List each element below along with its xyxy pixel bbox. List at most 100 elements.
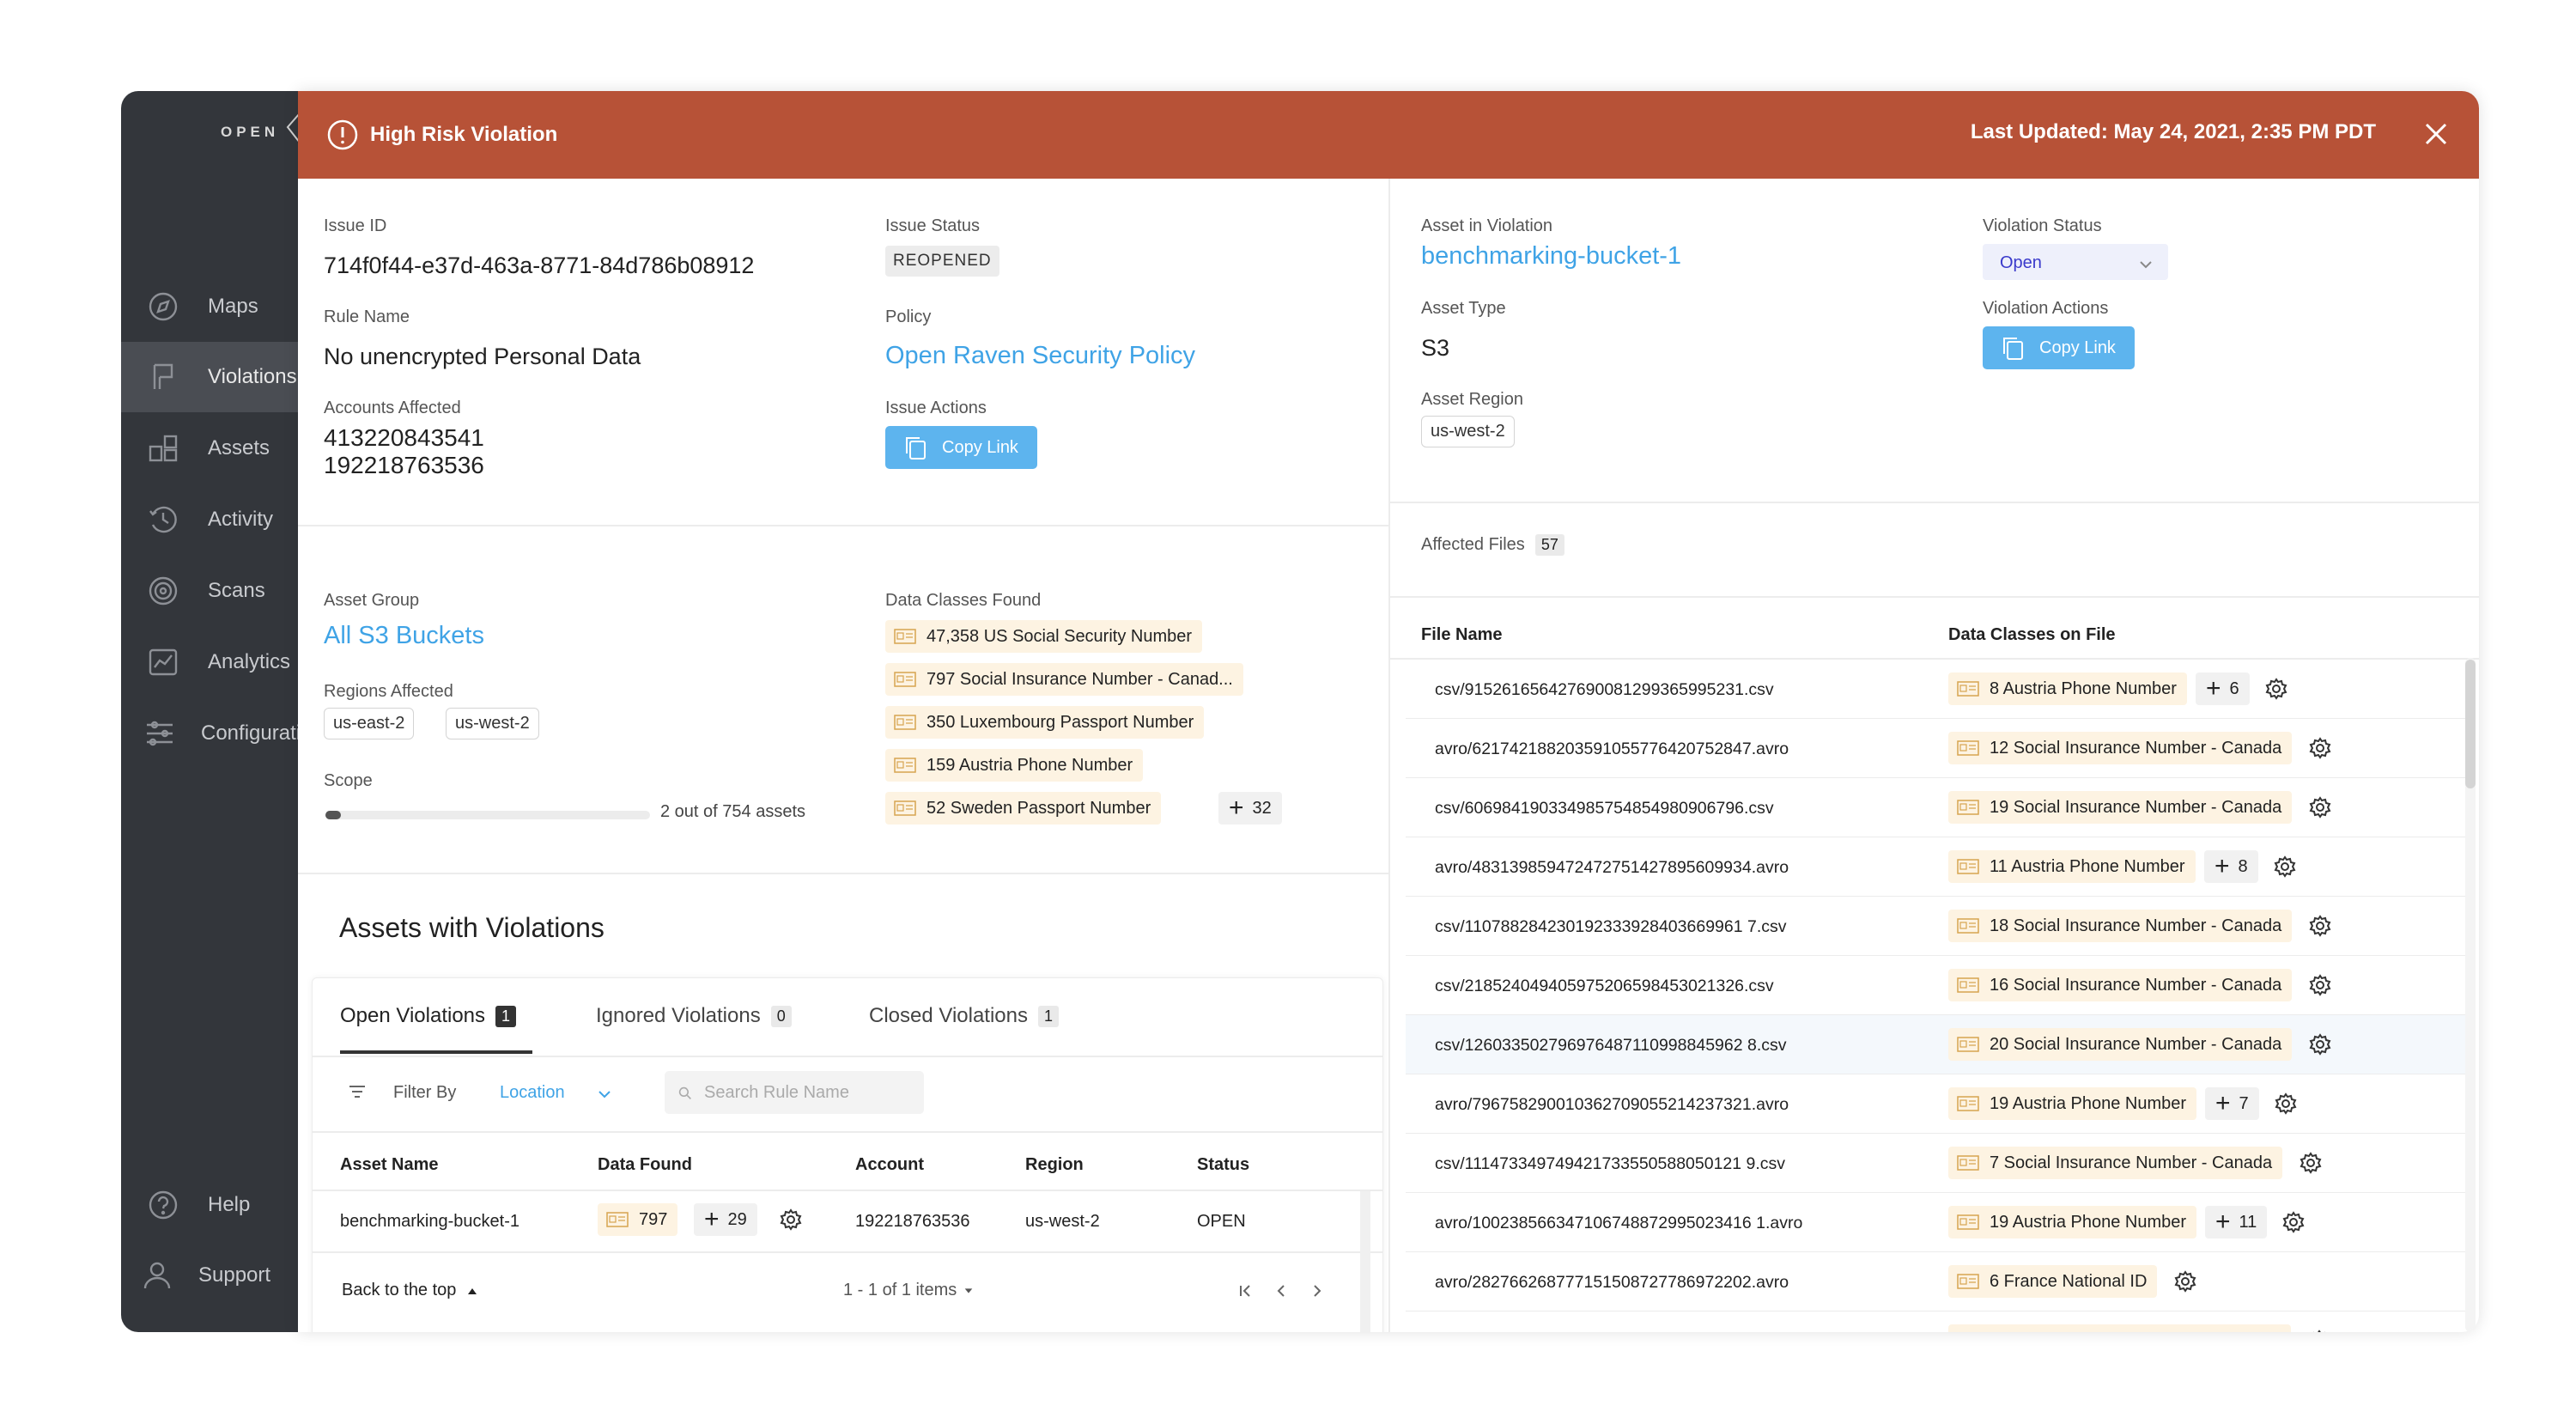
asset-name-link[interactable]: benchmarking-bucket-1 (1421, 242, 1681, 271)
gear-button[interactable] (2303, 1324, 2336, 1332)
search-rule-input[interactable] (665, 1071, 924, 1114)
status-cell: OPEN (1197, 1212, 1246, 1231)
filter-value: Location (500, 1083, 565, 1102)
file-row[interactable]: avro/796758290010362709055214237321.avro… (1406, 1074, 2470, 1134)
nav-configuration[interactable]: Configuration (121, 698, 298, 769)
gear-button[interactable] (2294, 1147, 2327, 1179)
more-data-classes-chip[interactable]: +6 (2196, 672, 2250, 705)
nav-assets[interactable]: Assets (121, 413, 298, 484)
violation-copy-link-button[interactable]: Copy Link (1983, 326, 2135, 369)
data-class-chip: 52 Sweden Passport Number (885, 792, 1162, 825)
nav-maps[interactable]: Maps (121, 271, 298, 342)
file-row[interactable]: avro/483139859472472751427895609934.avro… (1406, 837, 2470, 897)
table-scrollbar[interactable] (1360, 1191, 1370, 1332)
file-data-class-label: 11 Social Insurance Number - Canada (1990, 1331, 2281, 1333)
file-row[interactable]: csv/111473349749421733550588050121 9.csv… (1406, 1134, 2470, 1193)
table-row[interactable]: benchmarking-bucket-1 797 + 29 192218763… (313, 1191, 1360, 1251)
id-card-icon (894, 758, 916, 773)
file-data-class-chip: 19 Social Insurance Number - Canada (1948, 791, 2293, 824)
tab-count: 1 (495, 1005, 517, 1027)
id-card-icon (1957, 977, 1979, 993)
nav-activity[interactable]: Activity (121, 484, 298, 555)
sidebar: OPEN Maps Violations Assets Activity Sca… (121, 91, 298, 1332)
more-data-classes-chip[interactable]: +32 (1218, 792, 1282, 825)
file-row[interactable]: avro/282766268777151508727786972202.avro… (1406, 1252, 2470, 1311)
account-1: 413220843541 (324, 424, 484, 451)
file-row[interactable]: avro/621742188203591055776420752847.avro… (1406, 719, 2470, 778)
more-data-chip[interactable]: + 29 (694, 1203, 757, 1236)
policy-link[interactable]: Open Raven Security Policy (885, 342, 1195, 370)
target-icon (144, 572, 182, 610)
gear-button[interactable] (2304, 791, 2336, 824)
gear-button[interactable] (775, 1203, 807, 1236)
gear-button[interactable] (2277, 1206, 2310, 1238)
gear-button[interactable] (2269, 1087, 2302, 1120)
nav-analytics[interactable]: Analytics (121, 627, 298, 697)
violation-status-select[interactable]: Open (1983, 244, 2168, 280)
asset-group-link[interactable]: All S3 Buckets (324, 622, 484, 650)
more-data-classes-chip[interactable]: +7 (2205, 1087, 2259, 1120)
col-file-name: File Name (1421, 625, 1503, 644)
gear-button[interactable] (2304, 1028, 2336, 1061)
pagination-info[interactable]: 1 - 1 of 1 items (843, 1281, 974, 1300)
tab-open-violations[interactable]: Open Violations 1 (340, 1004, 517, 1028)
first-page-icon[interactable] (1236, 1282, 1254, 1299)
file-row[interactable]: csv/606984190334985754854980906796.csv 19… (1406, 778, 2470, 837)
next-page-icon[interactable] (1309, 1282, 1326, 1299)
file-name: avro/796758290010362709055214237321.avro (1435, 1095, 1789, 1114)
copy-icon (2003, 338, 2023, 360)
gear-button[interactable] (2304, 910, 2336, 942)
file-name: avro/282766268777151508727786972202.avro (1435, 1273, 1789, 1292)
nav-violations[interactable]: Violations (121, 342, 298, 412)
file-row[interactable]: csv/915261656427690081299365995231.csv 8 … (1406, 660, 2470, 719)
files-scrollbar[interactable] (2465, 660, 2476, 788)
file-row[interactable]: csv/218524049405975206598453021326.csv 16… (1406, 956, 2470, 1015)
file-row[interactable]: avro/566266635701640095411076017602.avro… (1406, 1311, 2470, 1332)
id-card-icon (606, 1212, 629, 1227)
gear-button[interactable] (2304, 969, 2336, 1001)
more-data-classes-chip[interactable]: +11 (2205, 1206, 2268, 1238)
nav-help[interactable]: Help (121, 1170, 298, 1240)
id-card-icon (1957, 681, 1979, 697)
back-to-top-link[interactable]: Back to the top (342, 1281, 478, 1300)
filter-location-dropdown[interactable]: Location (500, 1078, 620, 1109)
more-data-classes-chip[interactable]: +8 (2204, 850, 2258, 883)
file-row[interactable]: csv/126033502796976487110998845962 8.csv… (1406, 1015, 2470, 1074)
gear-icon (2309, 737, 2331, 759)
nav-label: Assets (208, 436, 270, 459)
close-icon[interactable] (2419, 117, 2453, 151)
file-row[interactable]: avro/100238566347106748872995023416 1.av… (1406, 1193, 2470, 1252)
divider (298, 525, 1388, 526)
nav-scans[interactable]: Scans (121, 556, 298, 626)
file-data-class-chip: 12 Social Insurance Number - Canada (1948, 732, 2293, 764)
gear-button[interactable] (2304, 732, 2336, 764)
assets-violations-card: Open Violations 1 Ignored Violations 0 C… (312, 977, 1383, 1332)
plus-icon: + (2215, 852, 2230, 880)
asset-region-label: Asset Region (1421, 390, 1523, 409)
gear-icon (2275, 1092, 2297, 1115)
issue-copy-link-button[interactable]: Copy Link (885, 426, 1037, 469)
regions-affected-label: Regions Affected (324, 682, 453, 701)
file-row[interactable]: csv/110788284230192333928403669961 7.csv… (1406, 897, 2470, 956)
asset-type: S3 (1421, 335, 1450, 361)
chevron-down-icon (598, 1091, 611, 1098)
asset-in-violation-label: Asset in Violation (1421, 216, 1553, 235)
gear-button[interactable] (2260, 672, 2293, 705)
help-icon (144, 1186, 182, 1224)
nav-label: Configuration (201, 721, 298, 745)
gear-icon (2309, 1033, 2331, 1056)
prev-page-icon[interactable] (1273, 1282, 1290, 1299)
back-to-top-label: Back to the top (342, 1281, 457, 1299)
gear-button[interactable] (2269, 850, 2301, 883)
compass-icon (144, 288, 182, 326)
gear-button[interactable] (2169, 1265, 2202, 1298)
tab-label: Open Violations (340, 1004, 486, 1027)
file-data-class-chip: 11 Austria Phone Number (1948, 850, 2196, 883)
tab-ignored-violations[interactable]: Ignored Violations 0 (596, 1004, 792, 1028)
nav-support[interactable]: Support (121, 1240, 298, 1311)
affected-files-label: Affected Files (1421, 535, 1525, 554)
data-class-chip: 797 Social Insurance Number - Canad... (885, 663, 1243, 696)
tab-closed-violations[interactable]: Closed Violations 1 (869, 1004, 1060, 1028)
copy-link-label: Copy Link (2039, 338, 2116, 357)
data-found-value: 797 (639, 1209, 668, 1229)
